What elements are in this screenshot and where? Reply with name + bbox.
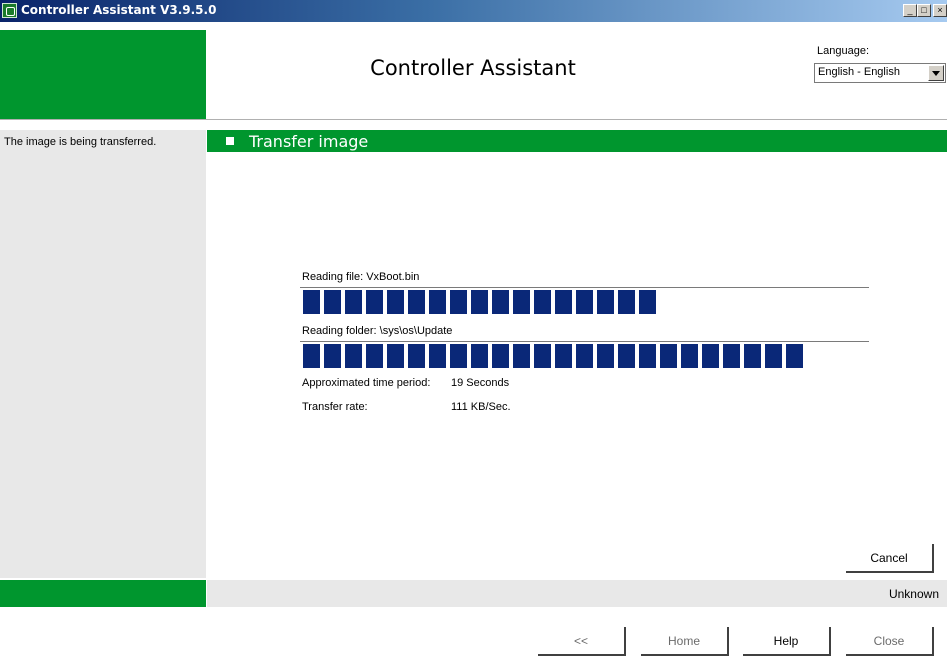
progress-block (555, 290, 572, 314)
progress-block (618, 344, 635, 368)
progress-block (786, 344, 803, 368)
progress-block (471, 344, 488, 368)
progress-block (576, 290, 593, 314)
progress-block (639, 290, 656, 314)
progress-block (429, 290, 446, 314)
header-brand-band (0, 30, 206, 119)
close-button[interactable]: Close (846, 627, 934, 656)
progress-block (513, 290, 530, 314)
file-progress-divider (300, 287, 869, 288)
progress-block (366, 344, 383, 368)
footer-brand-band (0, 580, 206, 607)
progress-block (513, 344, 530, 368)
progress-block (597, 344, 614, 368)
status-bar (207, 580, 947, 607)
maximize-icon[interactable]: □ (917, 4, 931, 17)
progress-block (639, 344, 656, 368)
file-progress-label: Reading file: VxBoot.bin (302, 271, 420, 283)
app-icon (2, 3, 17, 18)
progress-block (555, 344, 572, 368)
language-label: Language: (817, 45, 869, 57)
progress-block (366, 290, 383, 314)
file-progress-bar (303, 290, 660, 314)
rate-value: 111 KB/Sec. (451, 401, 511, 413)
minimize-icon[interactable]: _ (903, 4, 917, 17)
back-button[interactable]: << (538, 627, 626, 656)
close-icon[interactable]: × (933, 4, 947, 17)
progress-block (450, 290, 467, 314)
rate-label: Transfer rate: (302, 401, 368, 413)
progress-block (534, 290, 551, 314)
window-title: Controller Assistant V3.9.5.0 (21, 3, 217, 17)
progress-block (408, 290, 425, 314)
folder-progress-bar (303, 344, 807, 368)
progress-block (702, 344, 719, 368)
cancel-button[interactable]: Cancel (846, 544, 934, 573)
progress-block (492, 344, 509, 368)
time-label: Approximated time period: (302, 377, 431, 389)
progress-block (450, 344, 467, 368)
progress-block (387, 290, 404, 314)
chevron-down-icon[interactable] (928, 65, 944, 81)
status-text: Unknown (888, 587, 939, 601)
app-title: Controller Assistant (370, 56, 576, 80)
progress-block (765, 344, 782, 368)
progress-block (471, 290, 488, 314)
progress-block (345, 290, 362, 314)
progress-block (576, 344, 593, 368)
progress-block (324, 344, 341, 368)
progress-block (681, 344, 698, 368)
language-value: English - English (818, 66, 900, 78)
progress-block (597, 290, 614, 314)
header-divider (0, 119, 947, 120)
progress-block (618, 290, 635, 314)
folder-progress-divider (300, 341, 869, 342)
progress-block (345, 344, 362, 368)
progress-block (303, 290, 320, 314)
progress-block (660, 344, 677, 368)
progress-block (387, 344, 404, 368)
progress-block (429, 344, 446, 368)
side-panel (0, 130, 206, 578)
progress-block (723, 344, 740, 368)
progress-block (408, 344, 425, 368)
progress-block (324, 290, 341, 314)
home-button[interactable]: Home (641, 627, 729, 656)
progress-block (303, 344, 320, 368)
time-value: 19 Seconds (451, 377, 510, 389)
progress-block (492, 290, 509, 314)
help-button[interactable]: Help (743, 627, 831, 656)
section-title: Transfer image (249, 132, 369, 151)
side-panel-message: The image is being transferred. (4, 136, 157, 148)
square-bullet-icon (226, 137, 234, 145)
folder-progress-label: Reading folder: \sys\os\Update (302, 325, 453, 337)
progress-block (534, 344, 551, 368)
language-select[interactable]: English - English (814, 63, 946, 83)
progress-block (744, 344, 761, 368)
